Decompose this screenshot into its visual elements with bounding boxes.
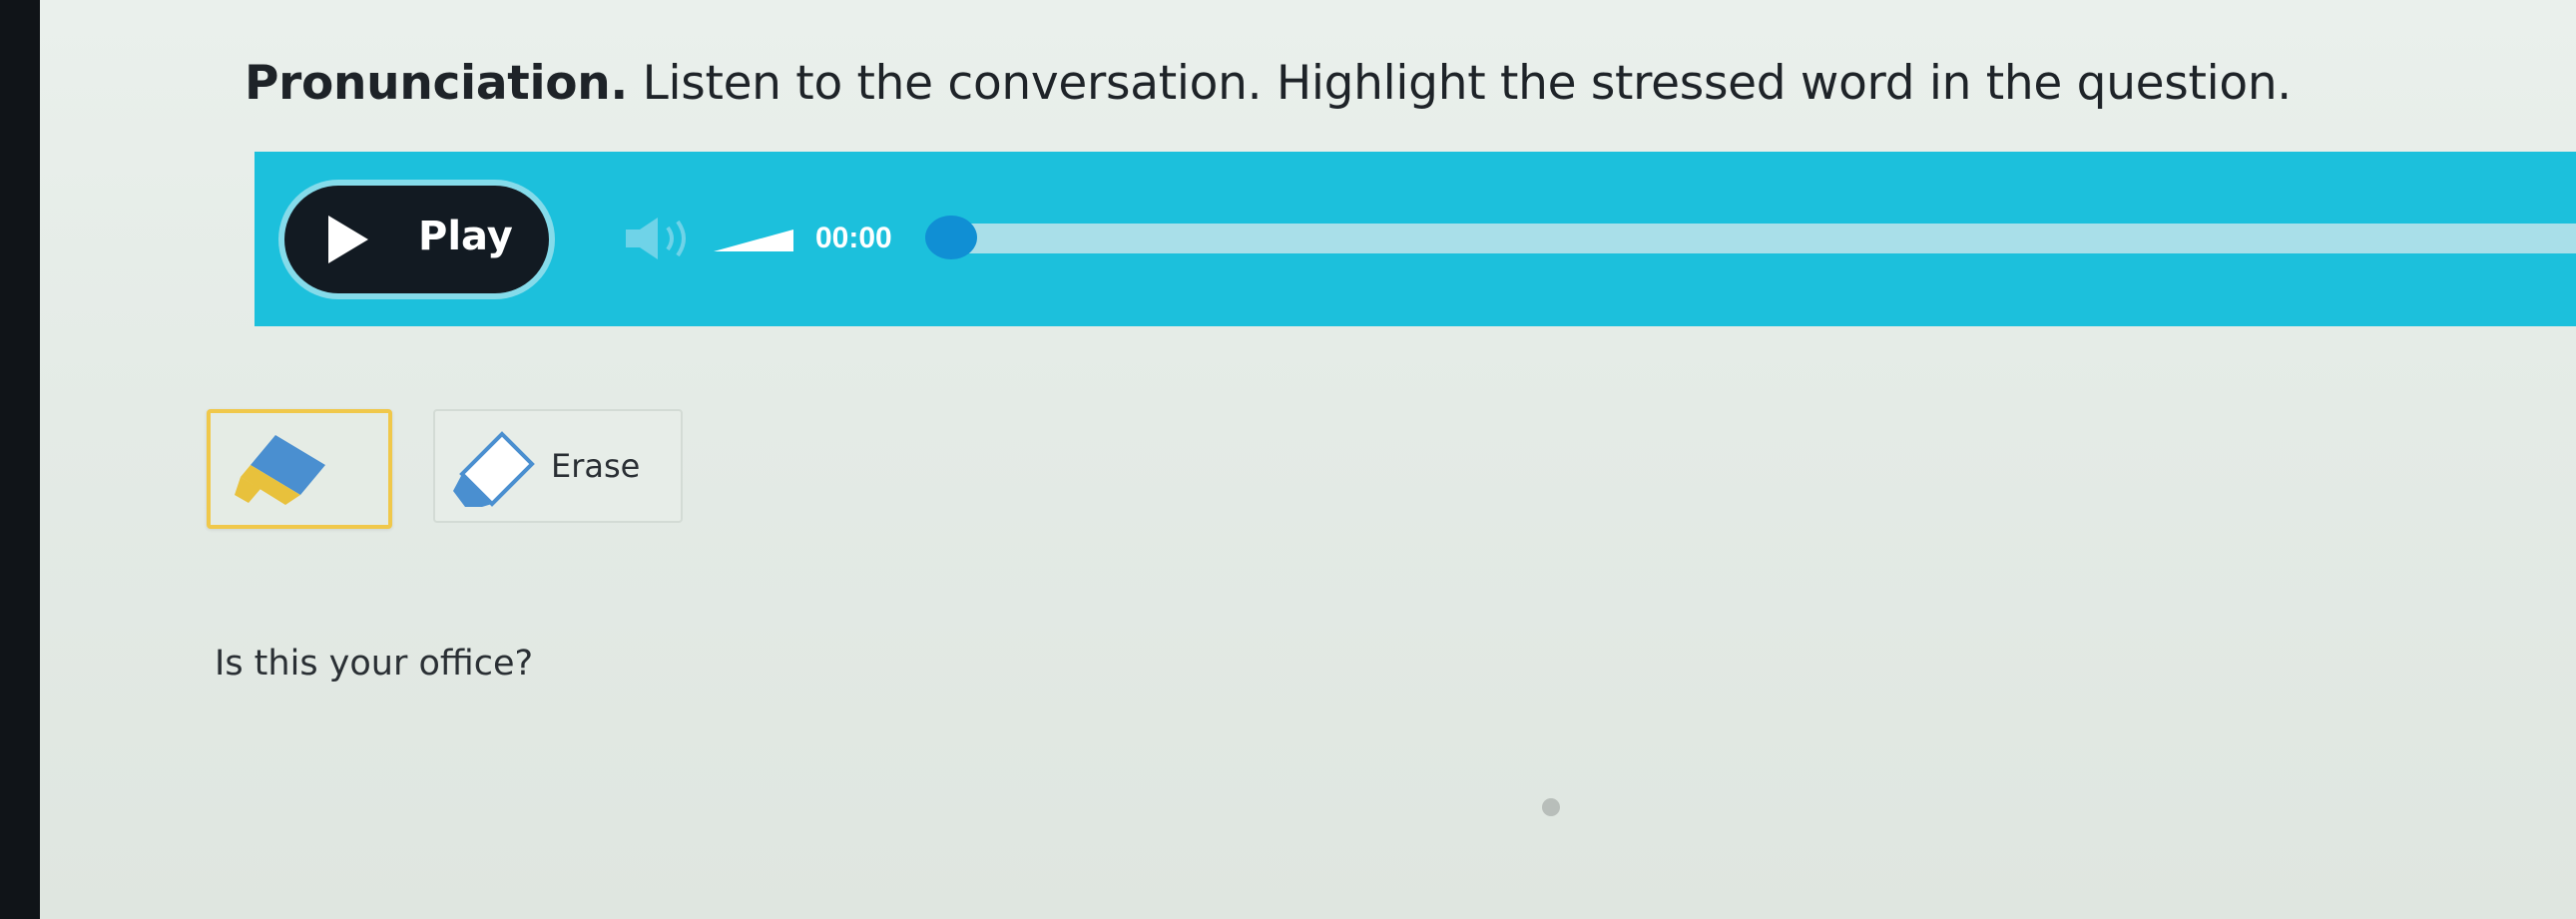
play-button[interactable]: Play (284, 186, 549, 293)
play-triangle-icon (328, 216, 368, 263)
screen: Pronunciation. Listen to the conversatio… (40, 0, 2576, 919)
audio-player: Play 00:00 (255, 152, 2576, 326)
progress-track[interactable] (933, 224, 2576, 253)
highlight-tool-button[interactable] (207, 409, 392, 529)
screen-smudge (1542, 798, 1560, 816)
play-label: Play (418, 214, 513, 259)
question-text[interactable]: Is this your office? (215, 644, 533, 684)
volume-slider[interactable] (714, 228, 793, 253)
instruction-lead: Pronunciation. (245, 56, 628, 111)
progress-knob[interactable] (925, 216, 977, 259)
instruction-text: Pronunciation. Listen to the conversatio… (245, 56, 2292, 111)
speaker-icon[interactable] (624, 214, 704, 263)
instruction-body: Listen to the conversation. Highlight th… (642, 56, 2293, 111)
eraser-icon (453, 431, 535, 507)
erase-tool-button[interactable]: Erase (433, 409, 683, 523)
highlighter-icon (235, 435, 325, 505)
erase-label: Erase (551, 447, 641, 485)
time-display: 00:00 (815, 222, 892, 254)
